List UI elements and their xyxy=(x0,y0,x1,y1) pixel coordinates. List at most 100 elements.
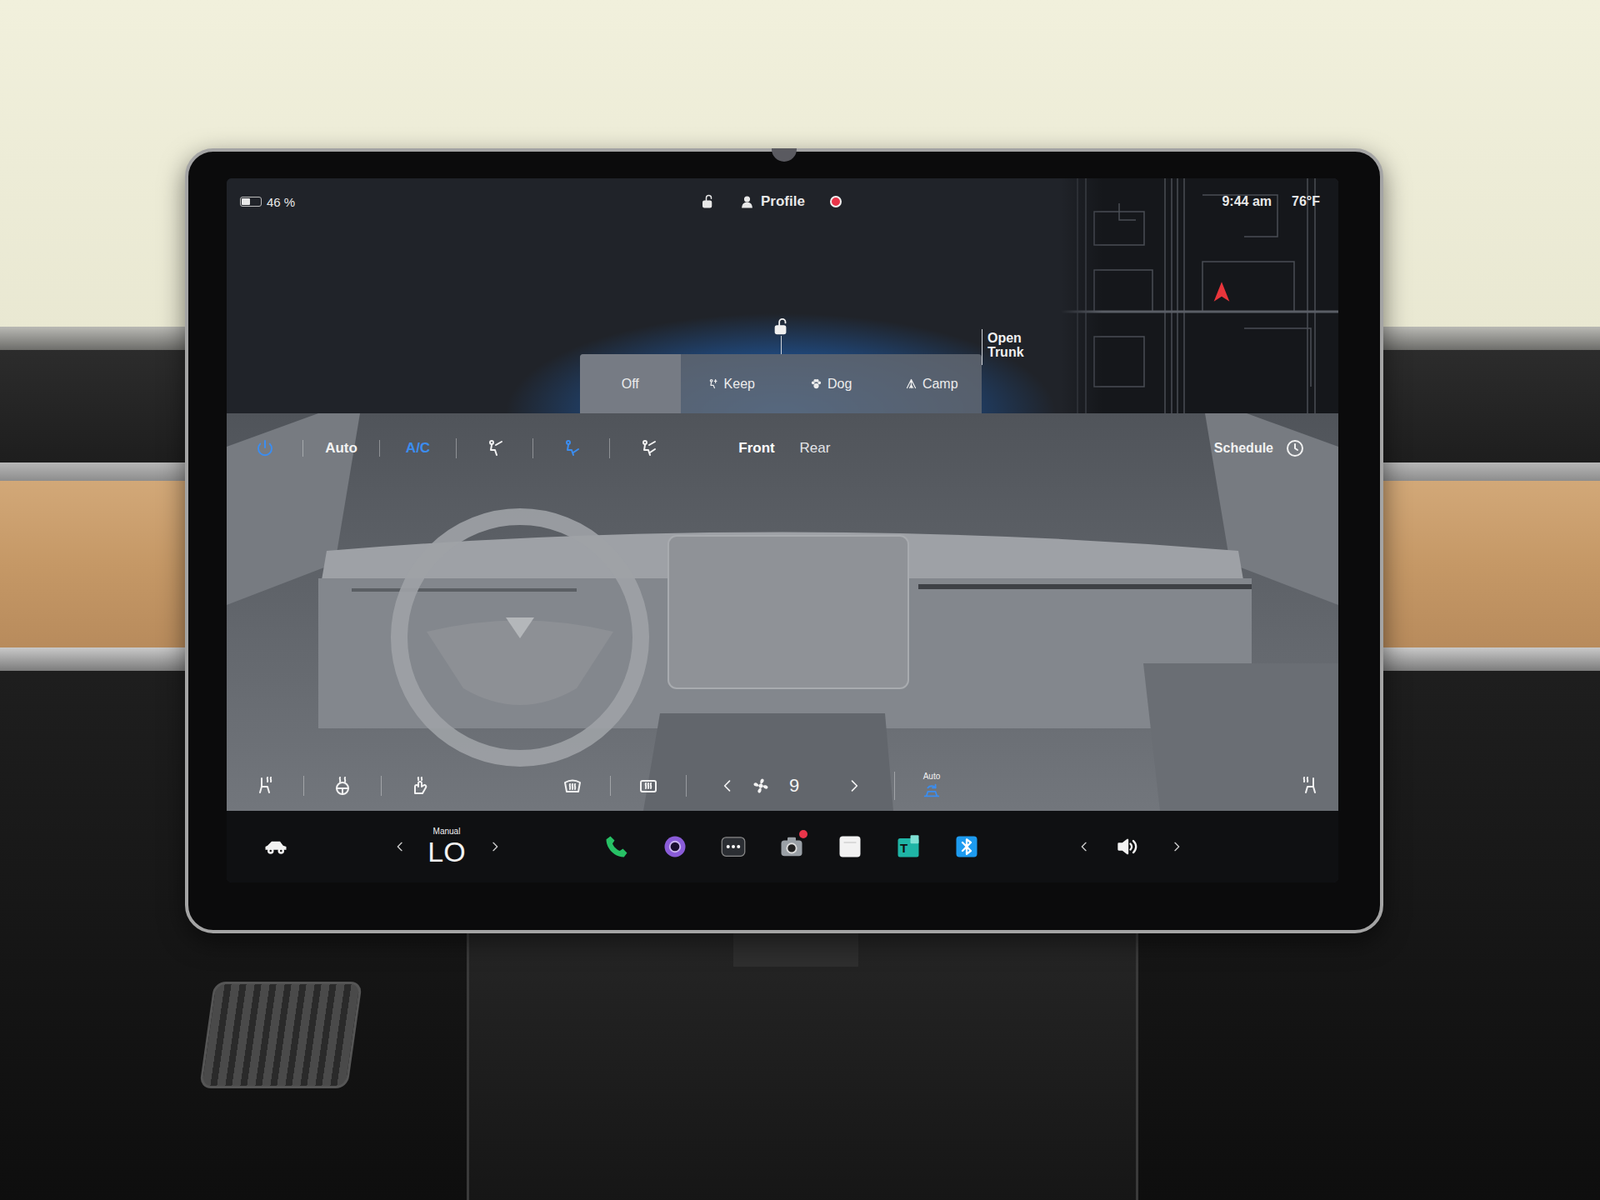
chevron-left-icon xyxy=(719,777,736,795)
cabin-render xyxy=(226,413,1339,811)
front-defrost-button[interactable] xyxy=(535,775,610,796)
zone-tab[interactable]: Rear xyxy=(785,440,845,457)
front-defrost-icon xyxy=(562,775,583,796)
volume-button[interactable] xyxy=(1100,835,1155,859)
airflow-button[interactable] xyxy=(609,438,686,459)
seat-heater-icon xyxy=(255,775,275,796)
rear-defrost-button[interactable] xyxy=(610,775,686,796)
battery-icon xyxy=(240,196,262,207)
heated-hand-icon xyxy=(410,775,430,796)
battery-percent: 46 % xyxy=(266,195,295,210)
ac-button[interactable]: A/C xyxy=(379,440,456,457)
climate-mode-button[interactable]: Keep xyxy=(680,354,782,414)
chevron-left-icon xyxy=(1077,840,1091,854)
controls-button[interactable] xyxy=(226,834,325,860)
volume-down-button[interactable] xyxy=(1067,840,1101,854)
car-icon xyxy=(263,834,289,860)
app-letter: T xyxy=(900,841,908,855)
cabin-spacer xyxy=(226,471,1339,766)
fan-indicator xyxy=(744,775,778,796)
wiper-heater-button[interactable] xyxy=(380,775,459,796)
temperature-decrease-button[interactable] xyxy=(383,840,417,854)
zone-tab[interactable]: Front xyxy=(727,440,786,457)
ac-label: A/C xyxy=(405,440,430,457)
fan-speed-value: 9 xyxy=(789,775,800,797)
schedule-label: Schedule xyxy=(1214,440,1274,456)
temperature-value: LO xyxy=(427,837,465,866)
climate-mode-button[interactable]: Dog xyxy=(780,354,882,414)
driver-seat-heater-button[interactable] xyxy=(226,775,304,796)
battery: 46 % xyxy=(240,195,324,210)
phone-icon xyxy=(603,833,630,860)
auto-button[interactable]: Auto xyxy=(302,440,380,457)
driver-temperature[interactable]: ManualLO xyxy=(416,827,477,866)
lock-stem xyxy=(780,335,782,355)
fan-icon xyxy=(750,775,771,796)
temperature-increase-button[interactable] xyxy=(478,840,512,854)
airflow-button[interactable] xyxy=(455,438,533,459)
unlocked-icon[interactable] xyxy=(700,194,715,210)
touchscreen[interactable]: 46 % Profile 9:44 am 76°F Off KeepDog Camp Open… xyxy=(226,178,1339,883)
notification-badge xyxy=(799,830,808,839)
chevron-right-icon xyxy=(845,777,863,795)
rear-defrost-icon xyxy=(638,775,659,796)
zone-label: Front xyxy=(738,440,775,457)
clock: 9:44 am xyxy=(1221,194,1272,210)
climate-mode-button[interactable]: Camp xyxy=(881,354,983,414)
pedal xyxy=(199,981,363,1089)
chevron-right-icon xyxy=(488,840,502,854)
person-icon xyxy=(740,195,755,210)
more-icon xyxy=(720,833,747,860)
seat-heater-icon xyxy=(1300,775,1320,796)
speaker-icon xyxy=(1115,835,1140,859)
app-launcher[interactable]: T xyxy=(879,833,938,860)
volume-up-button[interactable] xyxy=(1160,840,1194,854)
fan-decrease-button[interactable] xyxy=(710,777,745,795)
taskbar: ManualLO T xyxy=(226,810,1339,883)
recirculation-button[interactable]: Auto xyxy=(894,771,969,800)
open-trunk-button[interactable]: Open Trunk xyxy=(981,329,1028,365)
status-right: 9:44 am 76°F xyxy=(1221,194,1320,210)
fan-increase-button[interactable] xyxy=(837,777,871,795)
climate-controls: 9 Auto xyxy=(226,765,1339,811)
cabin-camera xyxy=(771,148,797,162)
recirculation-icon xyxy=(922,781,941,800)
camera-icon xyxy=(661,833,689,860)
app-launcher[interactable] xyxy=(587,833,646,860)
app-launcher[interactable] xyxy=(820,833,880,860)
climate-mode-label: Off xyxy=(621,376,640,392)
unlocked-icon[interactable] xyxy=(771,317,790,336)
airflow-button[interactable] xyxy=(532,438,610,459)
airflow-face-icon xyxy=(485,438,505,459)
status-bar: 46 % Profile 9:44 am 76°F xyxy=(226,178,1339,225)
app-launcher[interactable] xyxy=(704,833,763,860)
schedule-button[interactable]: Schedule xyxy=(1214,438,1305,459)
passenger-seat-heater-button[interactable] xyxy=(1300,775,1320,796)
outside-temperature: 76°F xyxy=(1291,194,1320,210)
recording-dot[interactable] xyxy=(830,195,842,208)
notes-icon xyxy=(836,833,864,860)
steering-wheel-heater-button[interactable] xyxy=(303,775,381,796)
climate-power-button[interactable] xyxy=(226,438,303,459)
bluetooth-icon xyxy=(953,833,980,860)
power-icon xyxy=(255,438,275,459)
car-controls: Off KeepDog Camp xyxy=(580,317,982,414)
app-launcher[interactable] xyxy=(937,833,996,860)
battery-fill xyxy=(241,198,250,205)
profile-label: Profile xyxy=(760,193,805,210)
climate-mode-button[interactable]: Off xyxy=(580,354,681,414)
app-launcher[interactable] xyxy=(645,833,705,860)
airflow-face-feet-icon xyxy=(638,438,659,459)
dog-icon xyxy=(810,377,823,390)
climate-mode-label: Camp xyxy=(922,376,959,392)
screen-bezel: 46 % Profile 9:44 am 76°F Off KeepDog Camp Open… xyxy=(185,148,1384,934)
app-launcher[interactable] xyxy=(762,833,821,860)
auto-label: Auto xyxy=(325,440,358,457)
toybox-icon: T xyxy=(895,833,922,860)
zone-label: Rear xyxy=(800,440,831,457)
profile-button[interactable]: Profile xyxy=(740,193,805,210)
status-center: Profile xyxy=(700,193,842,210)
clock-icon xyxy=(1285,438,1305,459)
climate-toolbar: Auto A/C Front Rear Schedule xyxy=(226,413,1339,472)
fan-speed: 9 xyxy=(777,775,811,797)
